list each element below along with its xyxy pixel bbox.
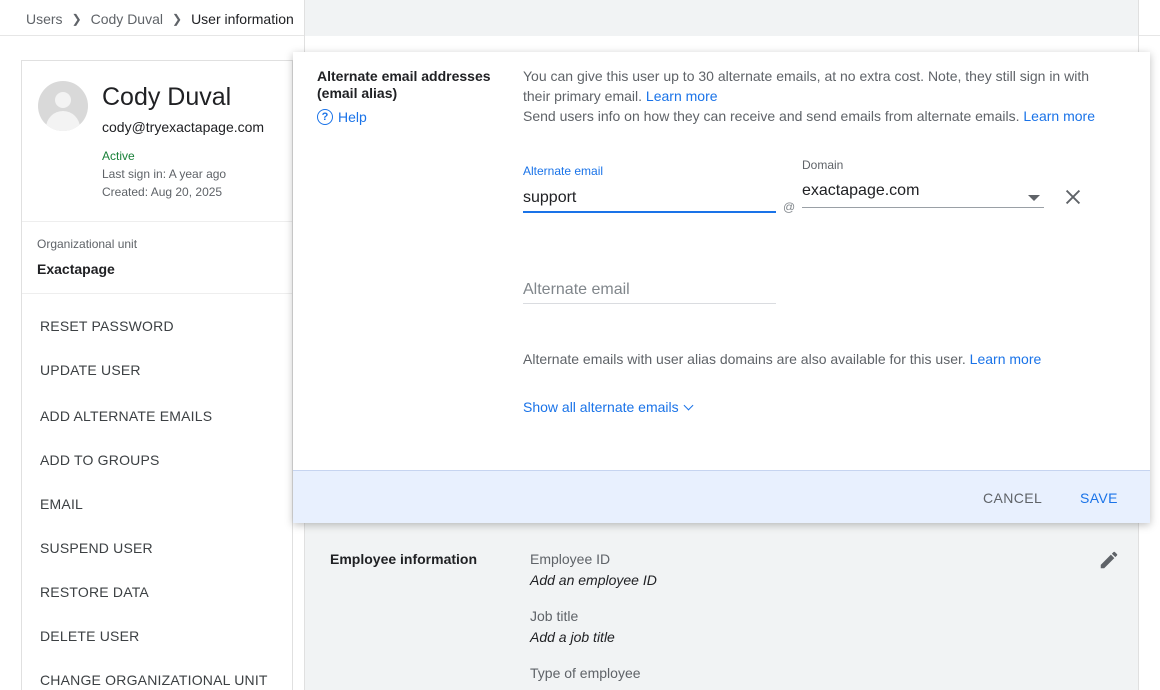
alternate-email-input[interactable] bbox=[523, 184, 776, 213]
save-button[interactable]: SAVE bbox=[1080, 490, 1118, 506]
divider bbox=[22, 221, 292, 222]
breadcrumb-current: User information bbox=[191, 11, 294, 27]
dialog-description-2: Send users info on how they can receive … bbox=[523, 106, 1103, 126]
user-card: Cody Duval cody@tryexactapage.com Active… bbox=[21, 60, 293, 690]
employee-type-label: Type of employee bbox=[530, 665, 641, 681]
avatar-icon bbox=[38, 81, 88, 131]
created-date: Created: Aug 20, 2025 bbox=[102, 185, 223, 199]
breadcrumb-users[interactable]: Users bbox=[26, 11, 63, 27]
cancel-button[interactable]: CANCEL bbox=[983, 490, 1042, 506]
help-label: Help bbox=[338, 109, 367, 125]
chevron-right-icon: ❯ bbox=[71, 12, 82, 26]
chevron-down-icon bbox=[683, 400, 694, 410]
description-text: Send users info on how they can receive … bbox=[523, 108, 1020, 124]
last-sign-in: Last sign in: A year ago bbox=[102, 167, 227, 181]
alternate-emails-dialog: Alternate email addresses (email alias) … bbox=[293, 52, 1150, 523]
show-all-label: Show all alternate emails bbox=[523, 399, 679, 415]
breadcrumb: Users ❯ Cody Duval ❯ User information bbox=[26, 10, 294, 28]
dialog-footer: CANCEL SAVE bbox=[293, 470, 1150, 523]
help-link[interactable]: ? Help bbox=[317, 109, 367, 125]
email-button[interactable]: EMAIL bbox=[40, 496, 83, 512]
at-sign: @ bbox=[783, 200, 796, 214]
employee-info-title: Employee information bbox=[330, 551, 478, 567]
suspend-user-button[interactable]: SUSPEND USER bbox=[40, 540, 153, 556]
breadcrumb-user[interactable]: Cody Duval bbox=[91, 11, 163, 27]
description-text: You can give this user up to 30 alternat… bbox=[523, 68, 1090, 104]
job-title-label: Job title bbox=[530, 608, 579, 624]
domain-select[interactable]: exactapage.com bbox=[802, 182, 1044, 208]
close-icon[interactable] bbox=[1062, 186, 1084, 208]
divider bbox=[22, 293, 292, 294]
reset-password-button[interactable]: RESET PASSWORD bbox=[40, 318, 174, 334]
job-title-value[interactable]: Add a job title bbox=[530, 629, 615, 645]
employee-id-label: Employee ID bbox=[530, 551, 611, 567]
user-status: Active bbox=[102, 149, 135, 163]
change-org-unit-button[interactable]: CHANGE ORGANIZATIONAL UNIT bbox=[40, 672, 268, 688]
learn-more-link[interactable]: Learn more bbox=[1023, 108, 1095, 124]
add-to-groups-button[interactable]: ADD TO GROUPS bbox=[40, 452, 160, 468]
learn-more-link[interactable]: Learn more bbox=[970, 351, 1042, 367]
restore-data-button[interactable]: RESTORE DATA bbox=[40, 584, 149, 600]
show-all-alternate-emails[interactable]: Show all alternate emails bbox=[523, 399, 694, 415]
alias-note: Alternate emails with user alias domains… bbox=[523, 349, 1103, 369]
update-user-button[interactable]: UPDATE USER bbox=[40, 362, 141, 378]
add-alternate-emails-button[interactable]: ADD ALTERNATE EMAILS bbox=[40, 408, 212, 424]
edit-pencil-icon[interactable] bbox=[1098, 549, 1120, 571]
org-unit-label: Organizational unit bbox=[37, 237, 138, 251]
employee-id-value[interactable]: Add an employee ID bbox=[530, 572, 657, 588]
dropdown-caret-icon bbox=[1028, 195, 1040, 201]
learn-more-link[interactable]: Learn more bbox=[646, 88, 718, 104]
delete-user-button[interactable]: DELETE USER bbox=[40, 628, 139, 644]
org-unit-value: Exactapage bbox=[37, 261, 115, 277]
chevron-right-icon: ❯ bbox=[172, 12, 183, 26]
domain-value: exactapage.com bbox=[802, 182, 920, 199]
alias-note-text: Alternate emails with user alias domains… bbox=[523, 351, 966, 367]
domain-label: Domain bbox=[802, 158, 844, 172]
dialog-description: You can give this user up to 30 alternat… bbox=[523, 66, 1103, 106]
user-name: Cody Duval bbox=[102, 83, 232, 111]
alternate-email-input-2[interactable] bbox=[523, 276, 776, 304]
dialog-title: Alternate email addresses (email alias) bbox=[317, 68, 491, 101]
user-email: cody@tryexactapage.com bbox=[102, 119, 265, 135]
alternate-email-label: Alternate email bbox=[523, 164, 604, 178]
help-icon: ? bbox=[317, 109, 333, 125]
